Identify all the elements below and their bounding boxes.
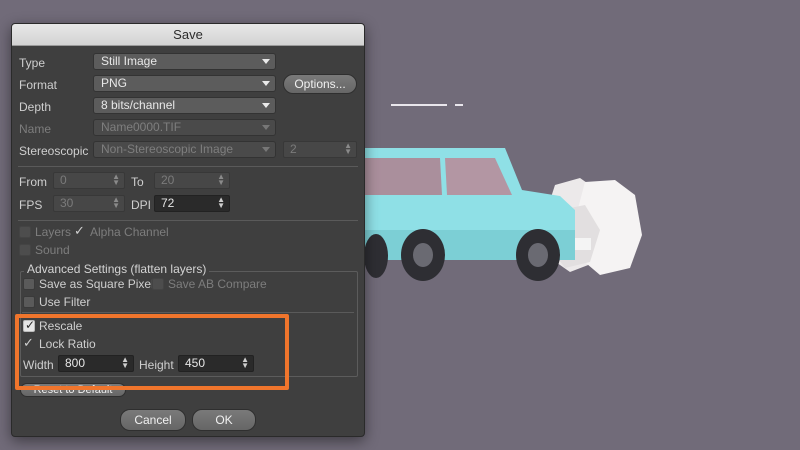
to-value: 20 xyxy=(161,173,175,187)
layers-checkbox xyxy=(19,226,31,238)
cancel-button[interactable]: Cancel xyxy=(120,409,186,431)
stepper-icon[interactable]: ▲ ▼ xyxy=(217,196,225,210)
format-select[interactable]: PNG xyxy=(93,75,276,92)
stereoscopic-count-field: 2 ▲ ▼ xyxy=(283,141,357,158)
checkmark-icon: ✓ xyxy=(25,318,36,332)
divider xyxy=(18,220,358,221)
save-dialog: Save Type Still Image Format PNG Options… xyxy=(11,23,365,437)
stereoscopic-count-value: 2 xyxy=(290,142,297,156)
width-label: Width xyxy=(23,358,54,372)
use-filter-checkbox[interactable] xyxy=(23,296,35,308)
divider xyxy=(18,166,358,167)
stepper-icon: ▲ ▼ xyxy=(344,141,352,156)
from-label: From xyxy=(19,175,47,189)
to-field: 20 ▲ ▼ xyxy=(154,172,230,189)
ok-button[interactable]: OK xyxy=(192,409,256,431)
fps-field: 30 ▲ ▼ xyxy=(53,195,125,212)
layers-label: Layers xyxy=(35,225,72,239)
dpi-value: 72 xyxy=(161,196,175,210)
caret-down-icon xyxy=(262,81,270,86)
options-button[interactable]: Options... xyxy=(283,74,357,94)
caret-down-icon xyxy=(262,103,270,108)
type-label: Type xyxy=(19,56,46,70)
dialog-title: Save xyxy=(12,24,364,46)
square-pixel-label: Save as Square Pixel xyxy=(39,277,154,291)
use-filter-label: Use Filter xyxy=(39,295,91,309)
depth-select[interactable]: 8 bits/channel xyxy=(93,97,276,114)
stepper-icon: ▲ ▼ xyxy=(112,195,120,210)
ab-compare-label: Save AB Compare xyxy=(168,277,267,291)
depth-select-value: 8 bits/channel xyxy=(101,98,176,112)
alpha-channel-label: Alpha Channel xyxy=(90,225,169,239)
height-field[interactable]: 450 ▲ ▼ xyxy=(178,355,254,372)
height-label: Height xyxy=(139,358,174,372)
format-label: Format xyxy=(19,78,58,92)
type-select-value: Still Image xyxy=(101,54,158,68)
fps-value: 30 xyxy=(60,196,74,210)
format-select-value: PNG xyxy=(101,76,128,90)
depth-label: Depth xyxy=(19,100,52,114)
stepper-icon[interactable]: ▲ ▼ xyxy=(121,356,129,370)
name-label: Name xyxy=(19,122,52,136)
advanced-settings-title: Advanced Settings (flatten layers) xyxy=(24,262,210,276)
caret-down-icon xyxy=(262,147,270,152)
to-label: To xyxy=(131,175,144,189)
lock-ratio-label: Lock Ratio xyxy=(39,337,96,351)
square-pixel-checkbox[interactable] xyxy=(23,278,35,290)
divider xyxy=(22,312,354,313)
lock-ratio-checkmark-icon[interactable]: ✓ xyxy=(23,336,34,350)
caret-down-icon xyxy=(262,59,270,64)
sound-checkbox xyxy=(19,244,31,256)
from-value: 0 xyxy=(60,173,67,187)
height-value: 450 xyxy=(185,356,206,370)
stepper-icon: ▲ ▼ xyxy=(112,172,120,187)
name-select-value: Name0000.TIF xyxy=(101,120,182,134)
rescale-checkbox[interactable]: ✓ xyxy=(23,318,36,332)
rescale-label: Rescale xyxy=(39,319,83,333)
stereoscopic-select: Non-Stereoscopic Image xyxy=(93,141,276,158)
stepper-icon[interactable]: ▲ ▼ xyxy=(241,356,249,370)
caret-down-icon xyxy=(262,125,270,130)
stereoscopic-label: Stereoscopic xyxy=(19,144,89,158)
type-select[interactable]: Still Image xyxy=(93,53,276,70)
ab-compare-checkbox xyxy=(152,278,164,290)
width-value: 800 xyxy=(65,356,86,370)
dpi-field[interactable]: 72 ▲ ▼ xyxy=(154,195,230,212)
stereoscopic-select-value: Non-Stereoscopic Image xyxy=(101,142,234,156)
stepper-icon: ▲ ▼ xyxy=(217,172,225,187)
width-field[interactable]: 800 ▲ ▼ xyxy=(58,355,134,372)
dpi-label: DPI xyxy=(131,198,152,212)
from-field: 0 ▲ ▼ xyxy=(53,172,125,189)
sound-label: Sound xyxy=(35,243,70,257)
name-select: Name0000.TIF xyxy=(93,119,276,136)
reset-to-default-button[interactable]: Reset to Default xyxy=(20,383,126,397)
fps-label: FPS xyxy=(19,198,43,212)
checkmark-icon[interactable]: ✓ xyxy=(74,224,85,238)
